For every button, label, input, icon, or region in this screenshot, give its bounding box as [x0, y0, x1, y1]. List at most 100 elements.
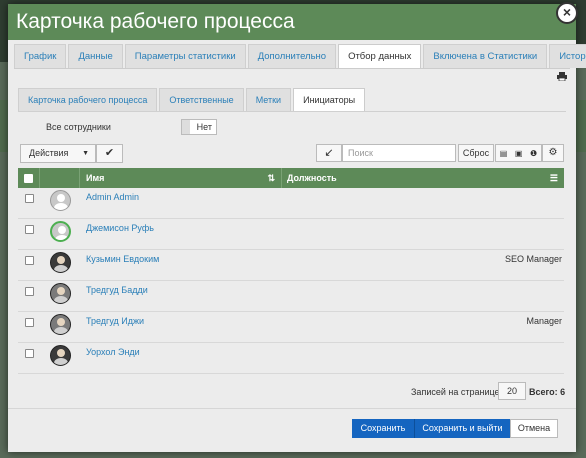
print-icon[interactable] — [557, 72, 567, 81]
avatar-head — [56, 349, 65, 357]
table-row[interactable]: Тредгуд Иджи Manager — [18, 312, 564, 343]
subtabs-divider — [18, 111, 566, 112]
collapse-arrow-button[interactable]: ↙ — [316, 144, 342, 162]
table-header: Имя ⇅ Должность ☰ — [18, 168, 564, 188]
arrow-down-left-icon: ↙ — [324, 147, 334, 159]
avatar-column-header — [40, 168, 80, 188]
reset-button[interactable]: Сброс — [458, 144, 494, 162]
export-button-group: ▤ ▣ ❶ — [495, 144, 542, 162]
checkmark-icon: ✔ — [104, 147, 115, 159]
workflow-card-dialog: Карточка рабочего процесса График Данные… — [8, 4, 586, 452]
search-input[interactable] — [342, 144, 456, 162]
position-column-header[interactable]: Должность ☰ — [282, 168, 564, 188]
tabs-divider — [14, 68, 570, 69]
columns-icon[interactable]: ☰ — [550, 168, 558, 188]
close-icon[interactable]: × — [556, 2, 578, 24]
user-name-link[interactable]: Тредгуд Бадди — [80, 281, 282, 311]
avatar — [49, 314, 71, 335]
avatar — [49, 252, 71, 273]
avatar — [49, 190, 71, 211]
user-position — [282, 343, 564, 373]
user-position: SEO Manager — [504, 254, 562, 264]
export-icon[interactable]: ▣ — [515, 149, 523, 158]
avatar-body — [53, 327, 68, 334]
row-checkbox[interactable] — [24, 225, 34, 234]
user-position — [282, 219, 564, 249]
save-button[interactable]: Сохранить — [352, 419, 414, 438]
table-row[interactable]: Уорхол Энди — [18, 343, 564, 374]
avatar-head — [56, 194, 65, 202]
row-checkbox[interactable] — [24, 349, 34, 358]
all-employees-toggle[interactable]: Нет — [181, 119, 217, 135]
user-position: Manager — [526, 316, 562, 326]
table-row[interactable]: Тредгуд Бадди — [18, 281, 564, 312]
tab-history[interactable]: История — [549, 44, 586, 68]
avatar-body — [53, 265, 68, 272]
table-row[interactable]: Джемисон Руфь — [18, 219, 564, 250]
printer-icon[interactable]: ▤ — [500, 149, 508, 158]
avatar-cell — [40, 219, 80, 249]
caret-down-icon: ▼ — [82, 150, 89, 157]
avatar-head — [56, 256, 65, 264]
sub-tabs: Карточка рабочего процесса Ответственные… — [18, 88, 367, 112]
avatar-cell — [40, 281, 80, 311]
avatar-body — [54, 235, 69, 240]
tab-schedule[interactable]: График — [14, 44, 67, 68]
row-checkbox[interactable] — [24, 194, 34, 203]
row-checkbox-cell — [18, 188, 40, 218]
settings-button[interactable]: ⚙ — [542, 144, 564, 162]
all-employees-label: Все сотрудники — [46, 122, 111, 132]
avatar-cell — [40, 250, 80, 280]
avatar — [49, 221, 71, 242]
table-row[interactable]: Кузьмин Евдоким SEO Manager — [18, 250, 564, 281]
tab-data-selection[interactable]: Отбор данных — [338, 44, 422, 68]
select-all-cell — [18, 168, 40, 188]
row-checkbox-cell — [18, 250, 40, 280]
avatar-head — [57, 226, 66, 234]
avatar — [49, 345, 71, 366]
name-column-label: Имя — [86, 173, 105, 183]
avatar — [49, 283, 71, 304]
user-name-link[interactable]: Кузьмин Евдоким — [80, 250, 282, 280]
tab-included-in-statistics[interactable]: Включена в Статистики — [423, 44, 548, 68]
tab-data[interactable]: Данные — [68, 44, 123, 68]
row-checkbox-cell — [18, 343, 40, 373]
gear-icon: ⚙ — [548, 147, 558, 158]
user-name-link[interactable]: Джемисон Руфь — [80, 219, 282, 249]
row-checkbox[interactable] — [24, 256, 34, 265]
tab-additional[interactable]: Дополнительно — [247, 44, 337, 68]
user-position — [282, 281, 564, 311]
avatar-cell — [40, 188, 80, 218]
info-icon[interactable]: ❶ — [530, 149, 537, 158]
records-per-page-label: Записей на странице — [411, 387, 500, 397]
cancel-button[interactable]: Отмена — [510, 419, 558, 438]
subtab-workflow-card[interactable]: Карточка рабочего процесса — [18, 88, 158, 112]
user-position — [282, 188, 564, 218]
user-name-link[interactable]: Уорхол Энди — [80, 343, 282, 373]
save-and-exit-button[interactable]: Сохранить и выйти — [414, 419, 510, 438]
user-name-link[interactable]: Admin Admin — [80, 188, 282, 218]
row-checkbox[interactable] — [24, 287, 34, 296]
user-name-link[interactable]: Тредгуд Иджи — [80, 312, 282, 342]
subtab-tags[interactable]: Метки — [245, 88, 292, 112]
sort-icon[interactable]: ⇅ — [267, 168, 275, 188]
select-all-checkbox[interactable] — [24, 173, 33, 183]
row-checkbox[interactable] — [24, 318, 34, 327]
table-row[interactable]: Admin Admin — [18, 188, 564, 219]
row-checkbox-cell — [18, 281, 40, 311]
row-checkbox-cell — [18, 219, 40, 249]
actions-label: Действия — [29, 148, 69, 158]
tab-statistics-params[interactable]: Параметры статистики — [124, 44, 246, 68]
records-per-page-select[interactable]: 20 — [498, 382, 526, 400]
avatar-body — [53, 203, 68, 210]
total-count: Всего: 6 — [529, 387, 566, 397]
apply-button[interactable]: ✔ — [96, 144, 123, 163]
actions-dropdown[interactable]: Действия ▼ — [20, 144, 96, 163]
name-column-header[interactable]: Имя ⇅ — [80, 168, 282, 188]
dialog-title: Карточка рабочего процесса — [8, 4, 576, 40]
toggle-value: Нет — [196, 122, 212, 132]
subtab-initiators[interactable]: Инициаторы — [293, 88, 366, 112]
avatar-body — [53, 358, 68, 365]
avatar-head — [56, 318, 65, 326]
subtab-responsible[interactable]: Ответственные — [159, 88, 244, 112]
